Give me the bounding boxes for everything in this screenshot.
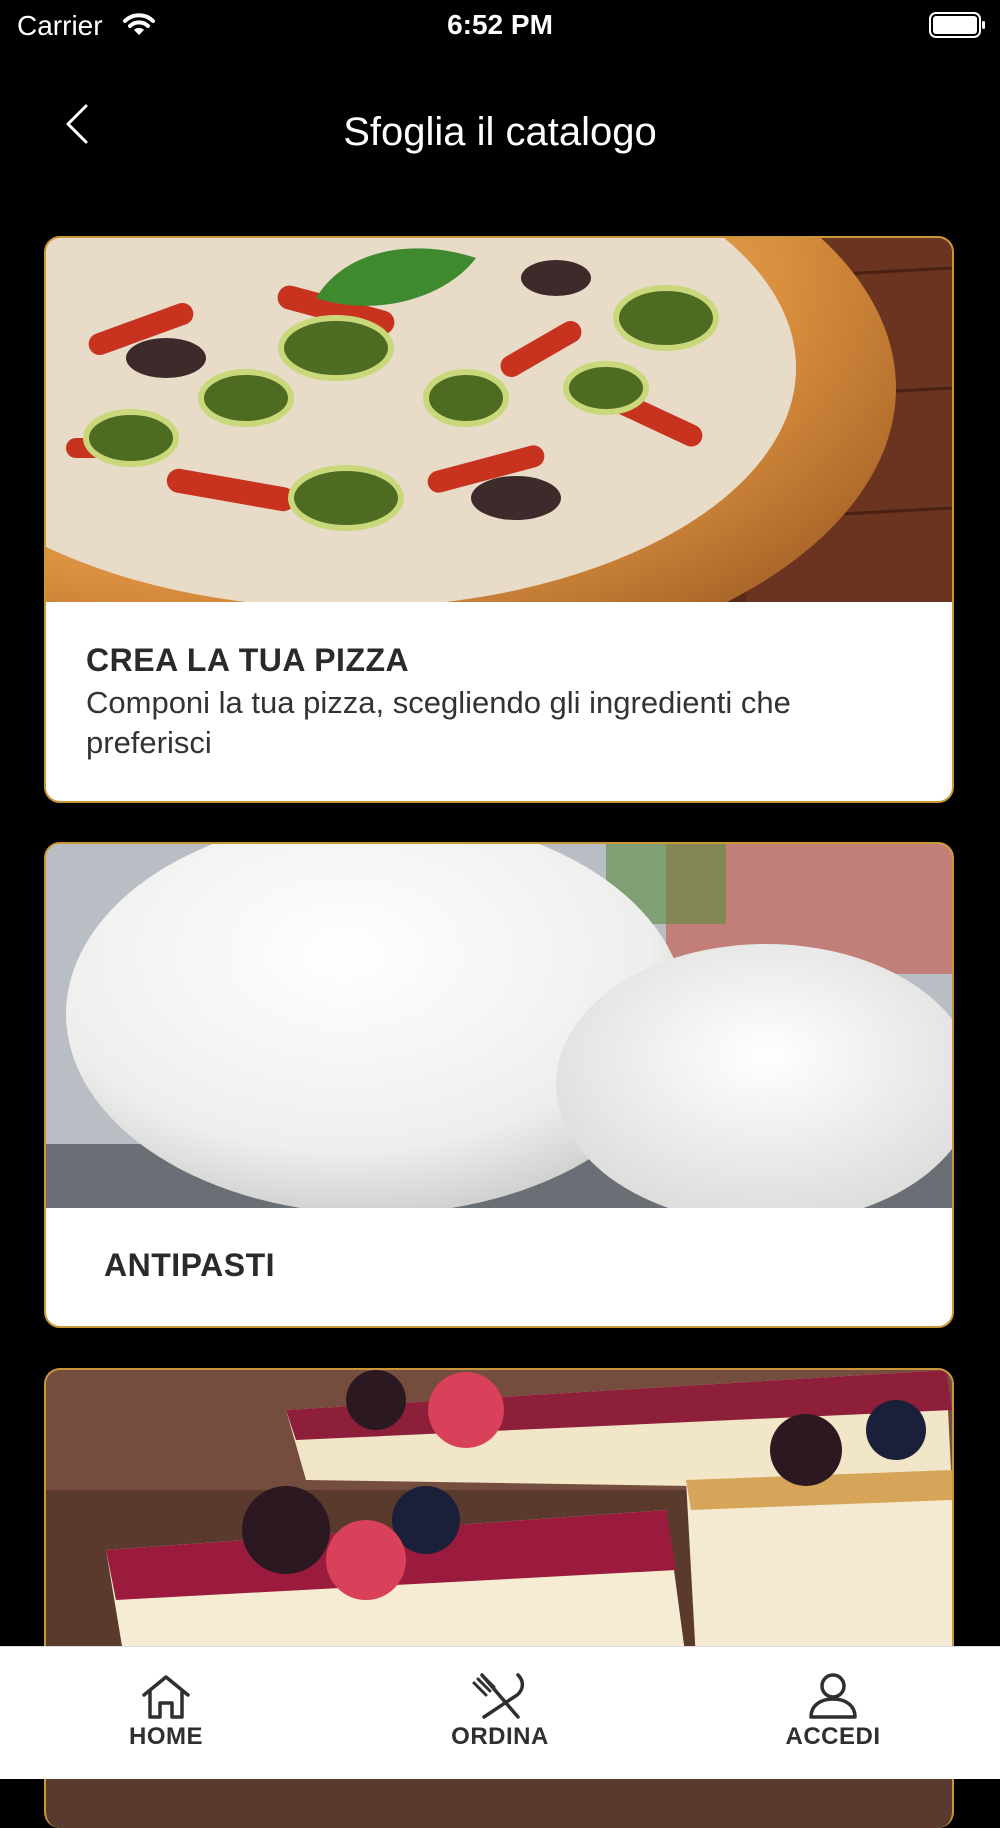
page-title: Sfoglia il catalogo xyxy=(343,110,657,154)
home-icon xyxy=(142,1675,190,1719)
tab-accedi[interactable]: ACCEDI xyxy=(733,1647,933,1779)
battery-icon xyxy=(929,11,987,44)
tab-home[interactable]: HOME xyxy=(66,1647,266,1779)
fork-knife-icon xyxy=(472,1673,525,1719)
tab-ordina-label: ORDINA xyxy=(451,1723,549,1750)
card-title: ANTIPASTI xyxy=(104,1247,276,1283)
tab-accedi-label: ACCEDI xyxy=(785,1723,881,1750)
category-card-crea-pizza[interactable]: CREA LA TUA PIZZA Componi la tua pizza, … xyxy=(44,236,954,803)
user-icon xyxy=(809,1673,857,1719)
tab-home-label: HOME xyxy=(129,1723,203,1750)
clock: 6:52 PM xyxy=(447,9,553,40)
tab-ordina[interactable]: ORDINA xyxy=(400,1647,600,1779)
pizza-vegetables-photo xyxy=(46,238,952,602)
tab-bar: HOME ORDINA ACCEDI xyxy=(0,1646,1000,1779)
status-bar: Carrier 6:52 PM xyxy=(0,0,1000,52)
card-description: Componi la tua pizza, scegliendo gli ing… xyxy=(86,685,791,760)
burrata-photo xyxy=(46,844,952,1208)
navigation-bar: Sfoglia il catalogo xyxy=(0,52,1000,212)
category-card-antipasti[interactable]: ANTIPASTI xyxy=(44,842,954,1328)
card-title: CREA LA TUA PIZZA xyxy=(86,642,410,678)
